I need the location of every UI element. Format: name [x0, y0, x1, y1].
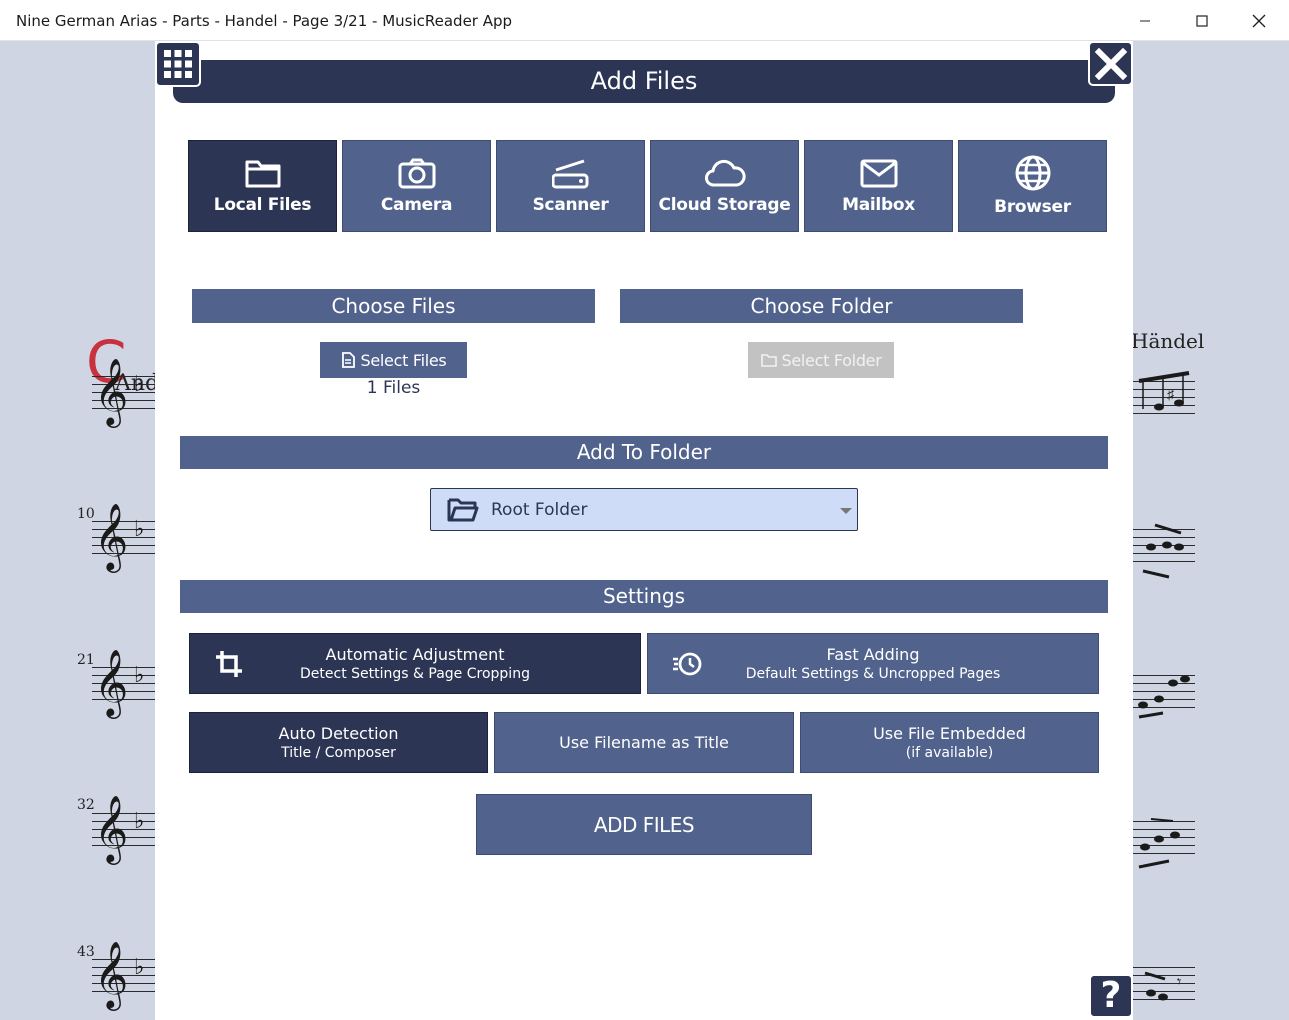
- option-subtitle: (if available): [905, 745, 994, 761]
- add-to-folder-header: Add To Folder: [180, 436, 1108, 469]
- close-window-button[interactable]: [1231, 0, 1287, 41]
- staff-left-5: 𝄞 ♭: [92, 945, 155, 1019]
- chevron-down-icon: [840, 508, 852, 514]
- folder-dropdown[interactable]: Root Folder: [430, 488, 858, 531]
- staff-right-3: [1133, 665, 1195, 725]
- folder-icon: [760, 354, 777, 367]
- staff-left-3: 𝄞 ♭: [92, 653, 155, 727]
- select-files-label: Select Files: [360, 350, 447, 370]
- tab-camera[interactable]: Camera: [342, 140, 491, 232]
- option-title: Use Filename as Title: [559, 733, 729, 752]
- files-count: 1 Files: [366, 378, 421, 398]
- cloud-icon: [704, 159, 746, 187]
- automatic-adjustment-option[interactable]: Automatic Adjustment Detect Settings & P…: [189, 633, 641, 694]
- staff-right-5: 𝄾: [1133, 957, 1195, 1017]
- mail-icon: [860, 159, 897, 188]
- option-title: Automatic Adjustment: [325, 645, 505, 664]
- composer-name: Händel: [1131, 329, 1205, 353]
- staff-left-1: 𝄞 ♭: [92, 362, 155, 436]
- option-subtitle: Default Settings & Uncropped Pages: [745, 666, 1001, 682]
- open-folder-icon: [447, 498, 479, 522]
- help-button[interactable]: ?: [1089, 974, 1133, 1018]
- close-icon: [1094, 47, 1127, 80]
- crop-icon: [216, 651, 242, 677]
- add-files-dialog: Add Files Local Files Camera Scanner Clo…: [155, 41, 1133, 1020]
- staff-right-4: [1133, 811, 1195, 871]
- close-icon: [1252, 14, 1266, 27]
- tab-label: Mailbox: [842, 195, 915, 215]
- tab-label: Cloud Storage: [658, 195, 791, 215]
- close-dialog-button[interactable]: [1088, 41, 1133, 86]
- window-titlebar: Nine German Arias - Parts - Handel - Pag…: [0, 0, 1289, 41]
- select-folder-label: Select Folder: [781, 350, 882, 370]
- auto-detection-option[interactable]: Auto Detection Title / Composer: [189, 712, 488, 773]
- option-title: Use File Embedded: [873, 724, 1026, 743]
- use-filename-option[interactable]: Use Filename as Title: [494, 712, 794, 773]
- use-embedded-option[interactable]: Use File Embedded (if available): [800, 712, 1099, 773]
- tab-label: Camera: [380, 195, 453, 215]
- select-folder-button[interactable]: Select Folder: [748, 342, 894, 378]
- staff-right-1: ♯: [1133, 371, 1195, 431]
- source-tabs: Local Files Camera Scanner Cloud Storage…: [188, 140, 1108, 232]
- svg-text:𝄾: 𝄾: [1177, 974, 1181, 991]
- tab-cloud-storage[interactable]: Cloud Storage: [650, 140, 799, 232]
- tab-mailbox[interactable]: Mailbox: [804, 140, 953, 232]
- staff-right-2: [1133, 519, 1195, 579]
- svg-text:♯: ♯: [1167, 386, 1175, 402]
- folder-dropdown-value: Root Folder: [491, 500, 588, 520]
- option-title: Auto Detection: [278, 724, 399, 743]
- choose-folder-header: Choose Folder: [620, 289, 1023, 323]
- dialog-title: Add Files: [173, 60, 1115, 103]
- maximize-button[interactable]: [1174, 0, 1230, 41]
- option-subtitle: Title / Composer: [281, 745, 396, 761]
- minimize-button[interactable]: [1117, 0, 1173, 41]
- staff-left-4: 𝄞 ♭: [92, 799, 155, 873]
- choose-files-header: Choose Files: [192, 289, 595, 323]
- select-files-button[interactable]: Select Files: [320, 342, 467, 378]
- option-title: Fast Adding: [826, 645, 920, 664]
- tab-local-files[interactable]: Local Files: [188, 140, 337, 232]
- maximize-icon: [1196, 14, 1208, 27]
- minimize-icon: [1140, 20, 1150, 21]
- add-files-button[interactable]: ADD FILES: [476, 794, 812, 855]
- file-icon: [341, 352, 355, 368]
- tab-browser[interactable]: Browser: [958, 140, 1107, 232]
- staff-left-2: 𝄞 ♭: [92, 507, 155, 581]
- tab-label: Scanner: [532, 195, 609, 215]
- option-subtitle: Detect Settings & Page Cropping: [300, 666, 530, 682]
- camera-icon: [398, 158, 435, 189]
- tab-label: Browser: [994, 197, 1071, 217]
- grid-icon: [164, 50, 192, 78]
- menu-grid-button[interactable]: [155, 41, 201, 87]
- scanner-icon: [551, 159, 588, 189]
- tab-label: Local Files: [213, 195, 312, 215]
- tab-scanner[interactable]: Scanner: [496, 140, 645, 232]
- fast-adding-option[interactable]: Fast Adding Default Settings & Uncropped…: [647, 633, 1099, 694]
- fast-clock-icon: [673, 652, 702, 676]
- window-title: Nine German Arias - Parts - Handel - Pag…: [16, 12, 513, 30]
- settings-header: Settings: [180, 580, 1108, 613]
- folder-icon: [245, 160, 280, 188]
- globe-icon: [1015, 155, 1050, 191]
